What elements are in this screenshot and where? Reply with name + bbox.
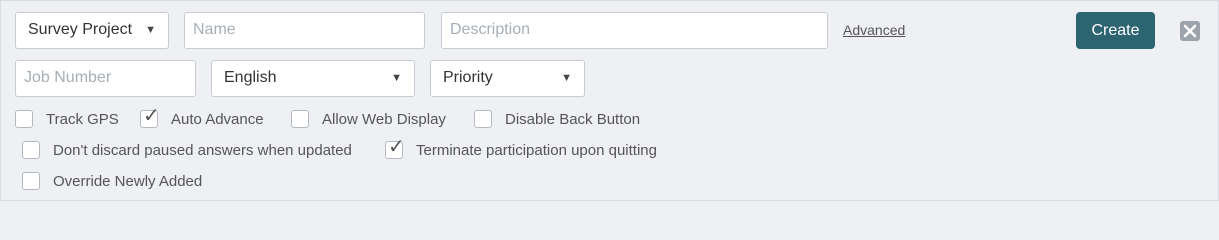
checkbox-label: Auto Advance <box>171 110 264 128</box>
advanced-link[interactable]: Advanced <box>843 22 905 38</box>
checkbox-disable-back-button[interactable]: Disable Back Button <box>474 110 640 128</box>
checkbox-box[interactable]: ✓ <box>385 137 405 159</box>
checkmark-icon: ✓ <box>388 136 405 158</box>
name-placeholder: Name <box>193 21 236 38</box>
job-number-placeholder: Job Number <box>24 69 112 86</box>
checkbox-box[interactable] <box>22 141 40 159</box>
checkbox-override-newly-added[interactable]: Override Newly Added <box>22 172 202 190</box>
priority-value: Priority <box>443 69 493 86</box>
project-type-select[interactable]: Survey Project ▼ <box>15 12 169 49</box>
close-button[interactable] <box>1180 21 1200 41</box>
checkbox-label: Disable Back Button <box>505 110 641 128</box>
priority-select[interactable]: Priority ▼ <box>430 60 585 97</box>
chevron-down-icon: ▼ <box>561 72 572 84</box>
name-input[interactable]: Name <box>184 12 425 49</box>
checkbox-label: Allow Web Display <box>322 110 446 128</box>
checkbox-terminate-participation[interactable]: ✓ Terminate participation upon quitting <box>385 137 657 159</box>
checkbox-label: Track GPS <box>46 110 119 128</box>
close-icon <box>1183 24 1197 38</box>
language-value: English <box>224 69 277 86</box>
checkbox-label: Don't discard paused answers when update… <box>53 141 352 159</box>
checkbox-label: Terminate participation upon quitting <box>416 141 657 159</box>
language-select[interactable]: English ▼ <box>211 60 415 97</box>
checkmark-icon: ✓ <box>143 105 160 127</box>
create-button[interactable]: Create <box>1076 12 1155 49</box>
checkbox-track-gps[interactable]: Track GPS <box>15 110 119 128</box>
chevron-down-icon: ▼ <box>145 24 156 36</box>
chevron-down-icon: ▼ <box>391 72 402 84</box>
description-input[interactable]: Description <box>441 12 828 49</box>
checkbox-box[interactable] <box>22 172 40 190</box>
checkbox-dont-discard-paused[interactable]: Don't discard paused answers when update… <box>22 141 352 159</box>
checkbox-box[interactable] <box>474 110 492 128</box>
checkbox-auto-advance[interactable]: ✓ Auto Advance <box>140 106 264 128</box>
checkbox-label: Override Newly Added <box>53 172 203 190</box>
checkbox-box[interactable]: ✓ <box>140 106 160 128</box>
description-placeholder: Description <box>450 21 531 38</box>
project-create-panel: Survey Project ▼ Name Description Advanc… <box>0 0 1219 201</box>
job-number-input[interactable]: Job Number <box>15 60 196 97</box>
checkbox-allow-web-display[interactable]: Allow Web Display <box>291 110 446 128</box>
checkbox-box[interactable] <box>291 110 309 128</box>
checkbox-box[interactable] <box>15 110 33 128</box>
project-type-value: Survey Project <box>28 21 133 38</box>
